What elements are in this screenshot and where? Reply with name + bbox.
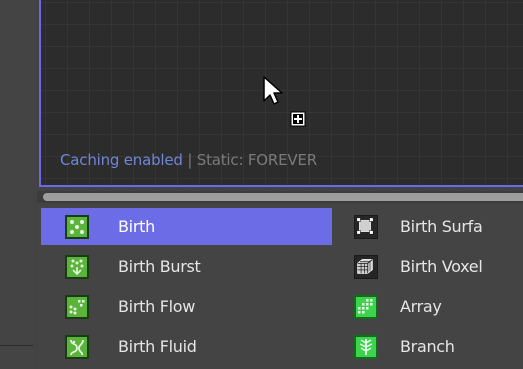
particle-flow-editor: Caching enabled | Static: FOREVER Birth: [0, 0, 523, 369]
branch-icon: [354, 334, 378, 359]
left-panel-strip: [0, 0, 33, 369]
birth-fluid-icon: [65, 334, 89, 359]
list-item-label: Branch: [400, 337, 455, 356]
list-item-birth-surface[interactable]: Birth Surfa: [354, 208, 523, 245]
list-item-label: Birth Flow: [118, 297, 196, 316]
list-item-birth-fluid[interactable]: Birth Fluid: [41, 328, 332, 365]
list-item-label: Birth Voxel: [400, 257, 483, 276]
list-item-label: Birth Fluid: [118, 337, 197, 356]
birth-voxel-icon: [354, 254, 378, 279]
static-status-label: Static: FOREVER: [196, 151, 317, 169]
left-panel-divider: [0, 345, 33, 346]
list-item-birth-flow[interactable]: Birth Flow: [41, 288, 332, 325]
list-item-label: Array: [400, 297, 442, 316]
list-item-label: Birth Surfa: [400, 217, 483, 236]
list-item-birth-voxel[interactable]: Birth Voxel: [354, 248, 523, 285]
birth-icon: [65, 214, 89, 239]
list-item-label: Birth: [118, 217, 155, 236]
array-icon: [354, 294, 378, 319]
drag-add-cursor-icon: [263, 76, 306, 127]
cache-status-text: Caching enabled | Static: FOREVER: [60, 151, 317, 169]
list-item-birth-burst[interactable]: Birth Burst: [41, 248, 332, 285]
birth-surface-icon: [354, 214, 378, 239]
list-item-birth[interactable]: Birth: [41, 208, 332, 245]
horizontal-scrollbar-thumb[interactable]: [43, 193, 523, 201]
status-separator: |: [182, 151, 197, 169]
birth-flow-icon: [65, 294, 89, 319]
list-item-array[interactable]: Array: [354, 288, 523, 325]
operator-list: Birth Birth Burst Birth Flow Birth Fluid…: [39, 206, 523, 369]
list-item-branch[interactable]: Branch: [354, 328, 523, 365]
list-item-label: Birth Burst: [118, 257, 201, 276]
caching-enabled-label: Caching enabled: [60, 151, 183, 169]
birth-burst-icon: [65, 254, 89, 279]
